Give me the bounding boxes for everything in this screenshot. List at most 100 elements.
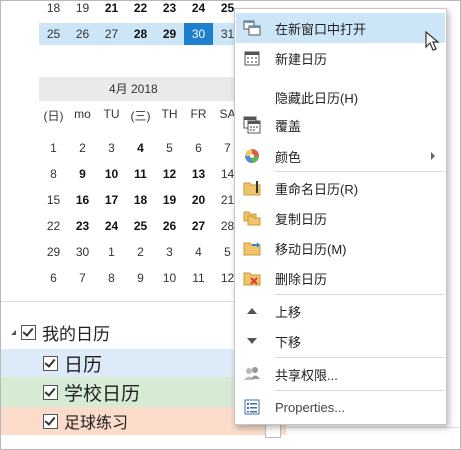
day-cell[interactable]: 4 [126,135,155,161]
day-header: TU [103,107,120,121]
day-cell[interactable]: 1 [97,239,126,265]
menu-item-move-calendar[interactable]: 移动日历(M) [236,233,445,263]
day-cell[interactable]: 11 [126,161,155,187]
day-cell[interactable]: 8 [97,265,126,291]
day-cell[interactable]: 6 [184,135,213,161]
delete-folder-icon [236,263,268,293]
menu-item-move-down[interactable]: 下移 [236,326,445,356]
menu-item-label: 隐藏此日历(H) [275,90,359,106]
day-cell[interactable]: 6 [39,265,68,291]
day-cell[interactable]: 12 [155,161,184,187]
day-cell[interactable]: 11 [184,265,213,291]
menu-item-sharing-permissions[interactable]: 共享权限... [236,359,445,389]
submenu-arrow-icon [431,152,435,160]
menu-item-label: 下移 [275,334,302,350]
day-header: (三) [130,109,151,123]
day-header: (日) [43,109,64,123]
move-down-icon [236,326,268,356]
day-cell[interactable]: 26 [68,23,97,45]
collapse-triangle-icon[interactable] [11,329,16,335]
day-cell[interactable]: 2 [68,135,97,161]
calendar-label: 学校日历 [64,383,141,405]
calendar-checkbox[interactable] [43,413,58,429]
menu-item-label: 共享权限... [275,367,338,383]
menu-item-label: 删除日历 [275,271,328,287]
day-cell[interactable]: 13 [184,161,213,187]
menu-item-label: 上移 [275,304,302,320]
menu-item-label: 重命名日历(R) [275,181,359,197]
day-cell[interactable]: 10 [97,161,126,187]
calendar-label: 足球练习 [64,415,129,432]
move-up-icon [236,296,268,326]
day-cell[interactable]: 1 [39,135,68,161]
menu-separator [275,357,445,358]
calendar-label: 日历 [64,354,103,376]
menu-item-label: 复制日历 [275,211,328,227]
day-cell[interactable]: 3 [97,135,126,161]
day-cell[interactable]: 20 [184,187,213,213]
menu-item-move-up[interactable]: 上移 [236,296,445,326]
menu-item-properties[interactable]: Properties... [236,392,445,422]
menu-item-new-calendar[interactable]: 新建日历 [236,43,445,73]
new-calendar-icon [236,43,268,73]
day-cell[interactable]: 5 [155,135,184,161]
selected-day-cell[interactable]: 30 [184,23,213,45]
day-cell[interactable]: 17 [97,187,126,213]
open-window-icon [236,13,268,43]
menu-separator [275,294,445,295]
day-cell[interactable]: 27 [184,213,213,239]
sharing-icon [236,359,268,389]
menu-item-open-in-new-window[interactable]: 在新窗口中打开 [236,13,445,43]
menu-item-color[interactable]: 颜色 [236,141,445,171]
day-cell[interactable]: 27 [97,23,126,45]
day-header: TH [161,107,178,121]
day-cell[interactable]: 28 [126,23,155,45]
menu-item-label: 新建日历 [275,51,328,67]
day-cell[interactable]: 19 [155,187,184,213]
overlay-icon [236,110,268,140]
day-cell[interactable]: 7 [68,265,97,291]
calendar-checkbox[interactable] [43,355,58,371]
menu-item-delete-calendar[interactable]: 删除日历 [236,263,445,293]
day-cell[interactable]: 29 [155,23,184,45]
divider [286,427,460,428]
day-cell[interactable]: 8 [39,161,68,187]
day-cell[interactable]: 24 [97,213,126,239]
day-cell[interactable]: 10 [155,265,184,291]
menu-item-overlay[interactable]: 覆盖 [236,110,445,140]
day-cell[interactable]: 3 [155,239,184,265]
group-label: 我的日历 [42,324,110,344]
copy-folder-icon [236,203,268,233]
day-cell[interactable]: 26 [155,213,184,239]
day-cell[interactable]: 23 [155,1,184,19]
day-cell[interactable]: 30 [68,239,97,265]
menu-item-hide-calendar[interactable]: 隐藏此日历(H) [236,82,445,112]
day-cell[interactable]: 23 [68,213,97,239]
rename-folder-icon [236,173,268,203]
day-cell[interactable]: 4 [184,239,213,265]
day-cell[interactable]: 25 [39,23,68,45]
day-cell[interactable]: 19 [68,1,97,19]
day-cell[interactable]: 21 [97,1,126,19]
day-cell[interactable]: 25 [126,213,155,239]
day-cell[interactable]: 15 [39,187,68,213]
day-cell[interactable]: 9 [126,265,155,291]
day-cell[interactable]: 29 [39,239,68,265]
context-menu: 在新窗口中打开 新建日历 隐藏此日历(H) 覆盖 颜色 重命名日历(R) 复制日… [234,8,447,425]
menu-item-rename-calendar[interactable]: 重命名日历(R) [236,173,445,203]
menu-separator [275,390,445,391]
day-cell[interactable]: 2 [126,239,155,265]
menu-separator [275,171,445,172]
day-cell[interactable]: 24 [184,1,213,19]
day-cell[interactable]: 22 [126,1,155,19]
day-cell[interactable]: 18 [39,1,68,19]
group-checkbox[interactable] [21,324,36,340]
day-cell[interactable]: 9 [68,161,97,187]
day-cell[interactable]: 22 [39,213,68,239]
day-cell[interactable]: 18 [126,187,155,213]
menu-item-label: 移动日历(M) [275,241,347,257]
properties-icon [236,392,268,422]
calendar-checkbox[interactable] [43,384,58,400]
menu-item-copy-calendar[interactable]: 复制日历 [236,203,445,233]
day-cell[interactable]: 16 [68,187,97,213]
